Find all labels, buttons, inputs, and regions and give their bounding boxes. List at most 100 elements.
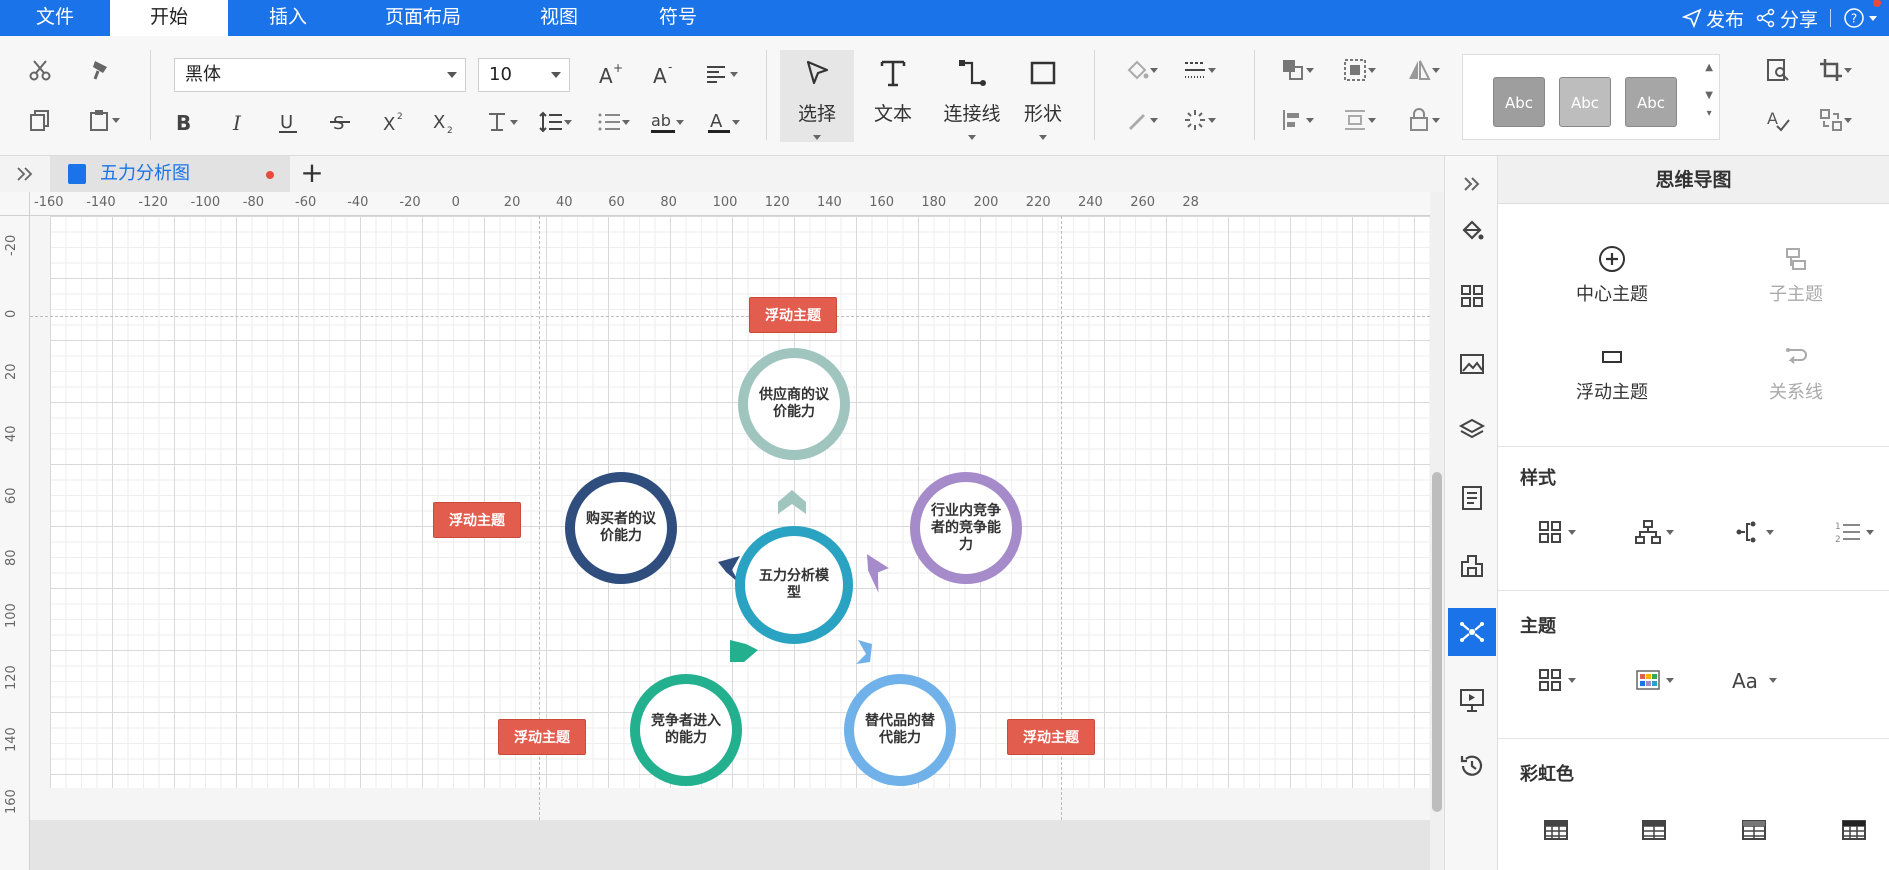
collapse-panel-button[interactable] [1448, 160, 1496, 208]
rainbow-option-1[interactable] [1526, 810, 1586, 850]
expand-left-panel-button[interactable] [14, 163, 36, 189]
list-button[interactable] [590, 106, 636, 138]
line-style-caret-icon [1208, 67, 1216, 73]
add-relation-line-button[interactable]: 关系线 [1726, 342, 1866, 404]
style-swatch-1[interactable]: Abc [1493, 77, 1545, 127]
highlight-button[interactable]: ab [644, 106, 690, 138]
share-button[interactable]: 分享 [1756, 5, 1818, 32]
menu-home[interactable]: 开始 [110, 0, 228, 36]
floating-topic-left[interactable]: 浮动主题 [433, 502, 521, 538]
flip-button[interactable] [1400, 54, 1446, 86]
connector-tool-button[interactable]: 连接线 [930, 50, 1014, 142]
style-swatch-2[interactable]: Abc [1559, 77, 1611, 127]
bold-button[interactable]: B [168, 106, 200, 138]
node-substitutes[interactable]: 替代品的替代能力 [844, 674, 956, 786]
italic-button[interactable]: I [222, 106, 254, 138]
spell-check-button[interactable]: A [1762, 104, 1794, 136]
org-chart-icon [1635, 520, 1661, 544]
vertical-scrollbar[interactable] [1430, 192, 1444, 870]
align-objects-button[interactable] [1274, 104, 1320, 136]
color-scheme-button[interactable] [1624, 660, 1684, 700]
strip-presentation-button[interactable] [1448, 676, 1496, 724]
superscript-button[interactable]: X2 [378, 106, 410, 138]
ribbon-divider [1254, 50, 1255, 140]
strip-mindmap-button[interactable] [1448, 608, 1496, 656]
add-tab-button[interactable]: + [296, 156, 328, 192]
strip-page-button[interactable] [1448, 474, 1496, 522]
effects-button[interactable] [1176, 104, 1222, 136]
bring-forward-button[interactable] [1274, 54, 1320, 86]
fill-color-button[interactable] [1118, 54, 1164, 86]
font-size-select[interactable]: 10 [478, 58, 570, 92]
lock-button[interactable] [1400, 104, 1446, 136]
increase-font-button[interactable]: A + [594, 58, 626, 90]
text-tool-button[interactable]: 文本 [856, 50, 930, 142]
line-color-button[interactable] [1118, 104, 1164, 136]
find-button[interactable] [1762, 54, 1794, 86]
strip-history-button[interactable] [1448, 742, 1496, 790]
floating-topic-bottom-right[interactable]: 浮动主题 [1007, 719, 1095, 755]
strikethrough-button[interactable]: S [324, 106, 356, 138]
select-tool-button[interactable]: 选择 [780, 50, 854, 142]
numbering-button[interactable]: 12 [1824, 512, 1884, 552]
layout-select-button[interactable] [1526, 512, 1586, 552]
document-tab[interactable]: 五力分析图 [50, 156, 290, 192]
strip-templates-button[interactable] [1448, 272, 1496, 320]
line-spacing-button[interactable] [532, 106, 578, 138]
node-new-entrants[interactable]: 竞争者进入的能力 [630, 674, 742, 786]
strip-image-button[interactable] [1448, 340, 1496, 388]
menu-symbol[interactable]: 符号 [620, 0, 736, 36]
menu-insert[interactable]: 插入 [228, 0, 348, 36]
add-center-topic-button[interactable]: 中心主题 [1542, 244, 1682, 306]
subscript-button[interactable]: X2 [428, 106, 460, 138]
strip-fill-button[interactable] [1448, 206, 1496, 254]
font-theme-button[interactable]: Aa [1724, 660, 1784, 700]
paste-button[interactable] [80, 104, 126, 136]
shape-tool-button[interactable]: 形状 [1006, 50, 1080, 142]
underline-button[interactable]: U [272, 106, 304, 138]
strip-layers-button[interactable] [1448, 406, 1496, 454]
text-style-icon [489, 113, 505, 131]
font-family-select[interactable]: 黑体 [174, 58, 466, 92]
gallery-up-icon[interactable]: ▲ [1705, 61, 1713, 75]
style-swatch-3[interactable]: Abc [1625, 77, 1677, 127]
rainbow-option-4[interactable] [1824, 810, 1884, 850]
connector-style-button[interactable] [1724, 512, 1784, 552]
menu-page-layout[interactable]: 页面布局 [348, 0, 498, 36]
node-buyer-power[interactable]: 购买者的议价能力 [565, 472, 677, 584]
replace-button[interactable] [1812, 104, 1858, 136]
copy-button[interactable] [24, 104, 56, 136]
publish-button[interactable]: 发布 [1681, 5, 1744, 32]
floating-topic-top[interactable]: 浮动主题 [749, 297, 837, 333]
add-floating-topic-button[interactable]: 浮动主题 [1542, 342, 1682, 404]
distribute-button[interactable] [1336, 104, 1382, 136]
canvas-area[interactable]: 供应商的议价能力 购买者的议价能力 行业内竞争者的竞争能力 五力分析模型 竞争者… [30, 216, 1430, 820]
line-style-button[interactable] [1176, 54, 1222, 86]
help-button[interactable]: ? [1843, 0, 1881, 29]
rainbow-option-3[interactable] [1724, 810, 1784, 850]
text-style-button[interactable] [478, 106, 524, 138]
strip-data-button[interactable] [1448, 542, 1496, 590]
font-color-button[interactable]: A [700, 106, 746, 138]
gallery-more-icon[interactable]: ▾ [1705, 107, 1713, 121]
menu-file[interactable]: 文件 [0, 0, 110, 36]
node-center-topic[interactable]: 五力分析模型 [735, 526, 853, 644]
format-painter-button[interactable] [84, 54, 116, 86]
structure-select-button[interactable] [1624, 512, 1684, 552]
scrollbar-thumb[interactable] [1432, 472, 1442, 812]
decrease-font-button[interactable]: A- [648, 58, 680, 90]
gallery-down-icon[interactable]: ▼ [1705, 89, 1713, 103]
group-button[interactable] [1336, 54, 1382, 86]
align-button[interactable] [698, 58, 744, 90]
node-supplier-power[interactable]: 供应商的议价能力 [738, 348, 850, 460]
cut-button[interactable] [24, 54, 56, 86]
node-industry-rivalry[interactable]: 行业内竞争者的竞争能力 [910, 472, 1022, 584]
gallery-scroll-controls[interactable]: ▲ ▼ ▾ [1705, 61, 1713, 121]
theme-select-button[interactable] [1526, 660, 1586, 700]
floating-topic-bottom-left[interactable]: 浮动主题 [498, 719, 586, 755]
add-sub-topic-button[interactable]: 子主题 [1726, 244, 1866, 306]
font-family-caret-icon [447, 72, 457, 78]
crop-button[interactable] [1812, 54, 1858, 86]
rainbow-option-2[interactable] [1624, 810, 1684, 850]
menu-view[interactable]: 视图 [498, 0, 620, 36]
